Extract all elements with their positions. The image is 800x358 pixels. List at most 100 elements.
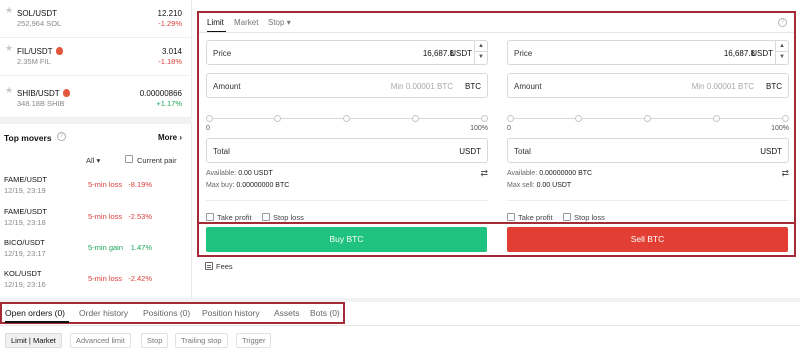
hot-icon xyxy=(62,89,70,97)
slider-tick[interactable] xyxy=(481,115,488,122)
fees-link[interactable]: Fees xyxy=(205,262,233,271)
chevron-right-icon: › xyxy=(179,133,182,142)
sell-total-field[interactable]: Total USDT xyxy=(507,138,789,163)
buy-total-field[interactable]: Total USDT xyxy=(206,138,488,163)
slider-tick[interactable] xyxy=(343,115,350,122)
market-volume: 348.18B SHIB xyxy=(17,99,65,108)
buy-button[interactable]: Buy BTC xyxy=(206,227,487,252)
mover-row[interactable]: BICO/USDT 12/19, 23:17 5-min gain 1.47% xyxy=(0,235,192,267)
mover-type: 5-min loss xyxy=(88,180,123,189)
tab-bots[interactable]: Bots (0) xyxy=(310,308,340,318)
help-icon[interactable]: ? xyxy=(778,18,787,27)
buy-amount-slider[interactable] xyxy=(206,115,488,123)
mover-row[interactable]: KOL/USDT 12/19, 23:16 5-min loss -2.42% xyxy=(0,266,192,298)
market-row-sol[interactable]: ★ SOL/USDT 252,964 SOL 12.210 -1.29% xyxy=(0,0,192,38)
chevron-down-icon[interactable]: ▼ xyxy=(776,52,788,63)
top-movers-title: Top movers xyxy=(4,133,52,143)
sell-amount-slider[interactable] xyxy=(507,115,789,123)
filter-trigger[interactable]: Trigger xyxy=(236,333,272,348)
order-form-panel: Limit Market Stop ▾ ? Price 16,687.8 USD… xyxy=(197,11,796,229)
amount-unit: BTC xyxy=(465,82,481,91)
take-profit-checkbox[interactable] xyxy=(507,213,515,221)
tab-positions[interactable]: Positions (0) xyxy=(143,308,190,318)
tab-assets[interactable]: Assets xyxy=(274,308,300,318)
sell-form: Price 16,687.8 USDT ▲ ▼ Amount Min 0.000… xyxy=(507,40,789,222)
stop-loss-checkbox[interactable] xyxy=(563,213,571,221)
mover-time: 12/19, 23:17 xyxy=(4,249,46,258)
take-profit-option[interactable]: Take profit xyxy=(206,213,252,222)
market-change: -1.18% xyxy=(158,57,182,66)
star-icon[interactable]: ★ xyxy=(5,5,13,16)
tab-stop[interactable]: Stop ▾ xyxy=(268,18,291,27)
buy-amount-field[interactable]: Amount Min 0.00001 BTC BTC xyxy=(206,73,488,98)
total-unit: USDT xyxy=(760,147,782,156)
tab-open-orders[interactable]: Open orders (0) xyxy=(5,308,65,318)
chevron-down-icon[interactable]: ▼ xyxy=(475,52,487,63)
transfer-icon[interactable]: ⇄ xyxy=(480,168,488,179)
filter-trailing-stop[interactable]: Trailing stop xyxy=(175,333,228,348)
tab-market[interactable]: Market xyxy=(234,18,258,27)
mover-pair: KOL/USDT xyxy=(4,269,42,278)
market-row-fil[interactable]: ★ FIL/USDT 2.35M FIL 3.014 -1.18% xyxy=(0,38,192,76)
max-value: 0.00000000 BTC xyxy=(236,182,290,189)
transfer-icon[interactable]: ⇄ xyxy=(781,168,789,179)
tab-limit[interactable]: Limit xyxy=(207,18,224,27)
stop-loss-option[interactable]: Stop loss xyxy=(262,213,304,222)
price-label: Price xyxy=(514,49,533,58)
current-pair-label: Current pair xyxy=(137,156,177,165)
available-label: Available: xyxy=(507,170,538,177)
max-label: Max buy: xyxy=(206,182,235,189)
filter-advanced-limit[interactable]: Advanced limit xyxy=(70,333,131,348)
filter-all-dropdown[interactable]: All ▾ xyxy=(86,156,100,165)
market-pair: FIL/USDT xyxy=(17,47,63,56)
sell-button[interactable]: Sell BTC xyxy=(507,227,788,252)
stop-loss-option[interactable]: Stop loss xyxy=(563,213,605,222)
fees-icon xyxy=(205,262,213,270)
left-panel: ★ SOL/USDT 252,964 SOL 12.210 -1.29% ★ F… xyxy=(0,0,192,298)
buy-form: Price 16,687.8 USDT ▲ ▼ Amount Min 0.000… xyxy=(206,40,488,222)
divider xyxy=(206,200,488,201)
mover-type: 5-min loss xyxy=(88,212,123,221)
mover-row[interactable]: FAME/USDT 12/19, 23:18 5-min loss -2.53% xyxy=(0,204,192,236)
top-movers-header: Top movers ? More › xyxy=(0,118,192,148)
take-profit-checkbox[interactable] xyxy=(206,213,214,221)
fees-label: Fees xyxy=(216,262,233,271)
slider-tick[interactable] xyxy=(713,115,720,122)
filter-stop[interactable]: Stop xyxy=(141,333,169,348)
slider-max-label: 100% xyxy=(771,125,789,132)
filter-limit-market[interactable]: Limit | Market xyxy=(5,333,62,348)
caret-down-icon: ▾ xyxy=(96,156,101,165)
slider-tick[interactable] xyxy=(206,115,213,122)
sell-amount-field[interactable]: Amount Min 0.00001 BTC BTC xyxy=(507,73,789,98)
sell-price-field[interactable]: Price 16,687.8 USDT ▲ ▼ xyxy=(507,40,789,65)
slider-tick[interactable] xyxy=(274,115,281,122)
star-icon[interactable]: ★ xyxy=(5,43,13,54)
current-pair-checkbox[interactable] xyxy=(125,155,133,163)
chevron-up-icon[interactable]: ▲ xyxy=(776,41,788,52)
buy-price-field[interactable]: Price 16,687.8 USDT ▲ ▼ xyxy=(206,40,488,65)
star-icon[interactable]: ★ xyxy=(5,85,13,96)
slider-tick[interactable] xyxy=(412,115,419,122)
stop-loss-checkbox[interactable] xyxy=(262,213,270,221)
market-row-shib[interactable]: ★ SHIB/USDT 348.18B SHIB 0.00000866 +1.1… xyxy=(0,76,192,118)
info-icon[interactable]: ? xyxy=(57,132,66,141)
tab-order-history[interactable]: Order history xyxy=(79,308,128,318)
slider-tick[interactable] xyxy=(507,115,514,122)
slider-tick[interactable] xyxy=(644,115,651,122)
slider-min-label: 0 xyxy=(507,125,511,132)
amount-unit: BTC xyxy=(766,82,782,91)
take-profit-label: Take profit xyxy=(518,213,553,222)
mover-change: -2.42% xyxy=(128,274,152,283)
total-unit: USDT xyxy=(459,147,481,156)
tab-stop-label: Stop xyxy=(268,18,285,27)
mover-type: 5-min loss xyxy=(88,274,123,283)
mover-row[interactable]: FAME/USDT 12/19, 23:19 5-min loss -8.19% xyxy=(0,172,192,204)
total-label: Total xyxy=(514,147,531,156)
take-profit-option[interactable]: Take profit xyxy=(507,213,553,222)
tab-position-history[interactable]: Position history xyxy=(202,308,260,318)
slider-tick[interactable] xyxy=(575,115,582,122)
chevron-up-icon[interactable]: ▲ xyxy=(475,41,487,52)
more-link[interactable]: More › xyxy=(158,133,182,142)
max-buy: Max buy: 0.00000000 BTC xyxy=(206,182,289,189)
slider-tick[interactable] xyxy=(782,115,789,122)
